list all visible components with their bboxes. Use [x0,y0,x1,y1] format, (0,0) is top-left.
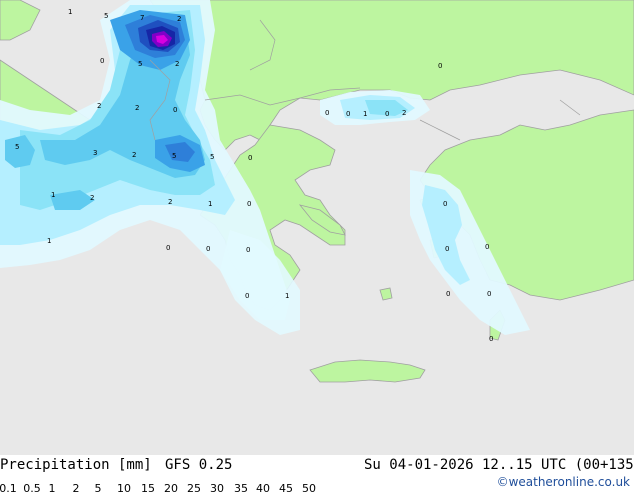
map-value-label: 0 [206,245,210,253]
map-value-label: 5 [172,152,176,160]
legend-tick-label: 50 [302,482,316,495]
map-value-label: 0 [487,290,491,298]
legend-tick-label: 10 [117,482,131,495]
legend-tick-label: 2 [72,482,80,495]
map-value-label: 0 [346,110,350,118]
map-value-label: 5 [138,60,142,68]
legend-tick-label: 0.5 [23,482,41,495]
map-value-label: 1 [47,237,51,245]
legend-tick-label: 25 [187,482,201,495]
map-value-label: 0 [247,200,251,208]
map-value-label: 1 [68,8,72,16]
map-value-label: 2 [97,102,101,110]
valid-time-label: Su 04-01-2026 12..15 UTC (00+135) [364,457,634,473]
legend-tick-label: 0.1 [0,482,17,495]
title-label: Precipitation [mm] [0,457,152,473]
map-value-label: 2 [135,104,139,112]
map-value-label: 2 [175,60,179,68]
map-value-label: 0 [438,62,442,70]
map-value-label: 0 [245,292,249,300]
footer: Precipitation [mm] GFS 0.25 Su 04-01-202… [0,455,634,495]
map-value-label: 0 [325,109,329,117]
map-value-label: 0 [248,154,252,162]
map-value-label: 2 [90,194,94,202]
legend-tick-label: 20 [164,482,178,495]
map-value-label: 1 [208,200,212,208]
legend-tick-label: 5 [94,482,102,495]
map-value-label: 1 [363,110,367,118]
map-value-label: 5 [104,12,108,20]
map-value-label: 0 [173,106,177,114]
map-value-label: 0 [385,110,389,118]
map-value-label: 2 [168,198,172,206]
map-value-label: 0 [489,335,493,343]
map-value-label: 2 [132,151,136,159]
map-value-label: 0 [485,243,489,251]
map-value-label: 1 [285,292,289,300]
credit-label: ©weatheronline.co.uk [496,475,630,489]
legend-tick-label: 1 [48,482,56,495]
map-value-label: 2 [402,109,406,117]
precipitation-map: 1 5 7 2 5 2 0 0 2 2 0 5 3 2 5 5 0 0 1 2 … [0,0,634,455]
map-value-label: 5 [210,153,214,161]
map-value-label: 0 [443,200,447,208]
map-value-label: 0 [246,246,250,254]
legend-tick-label: 15 [141,482,155,495]
map-value-label: 7 [140,14,144,22]
map-value-label: 0 [445,245,449,253]
map-value-label: 1 [51,191,55,199]
map-value-label: 2 [177,15,181,23]
legend-tick-label: 45 [279,482,293,495]
map-value-label: 0 [446,290,450,298]
map-value-label: 0 [166,244,170,252]
legend-tick-label: 40 [256,482,270,495]
model-label: GFS 0.25 [165,457,233,473]
legend-tick-label: 30 [210,482,224,495]
legend-tick-label: 35 [234,482,248,495]
map-value-label: 5 [15,143,19,151]
map-value-label: 3 [93,149,97,157]
map-value-label: 0 [100,57,104,65]
